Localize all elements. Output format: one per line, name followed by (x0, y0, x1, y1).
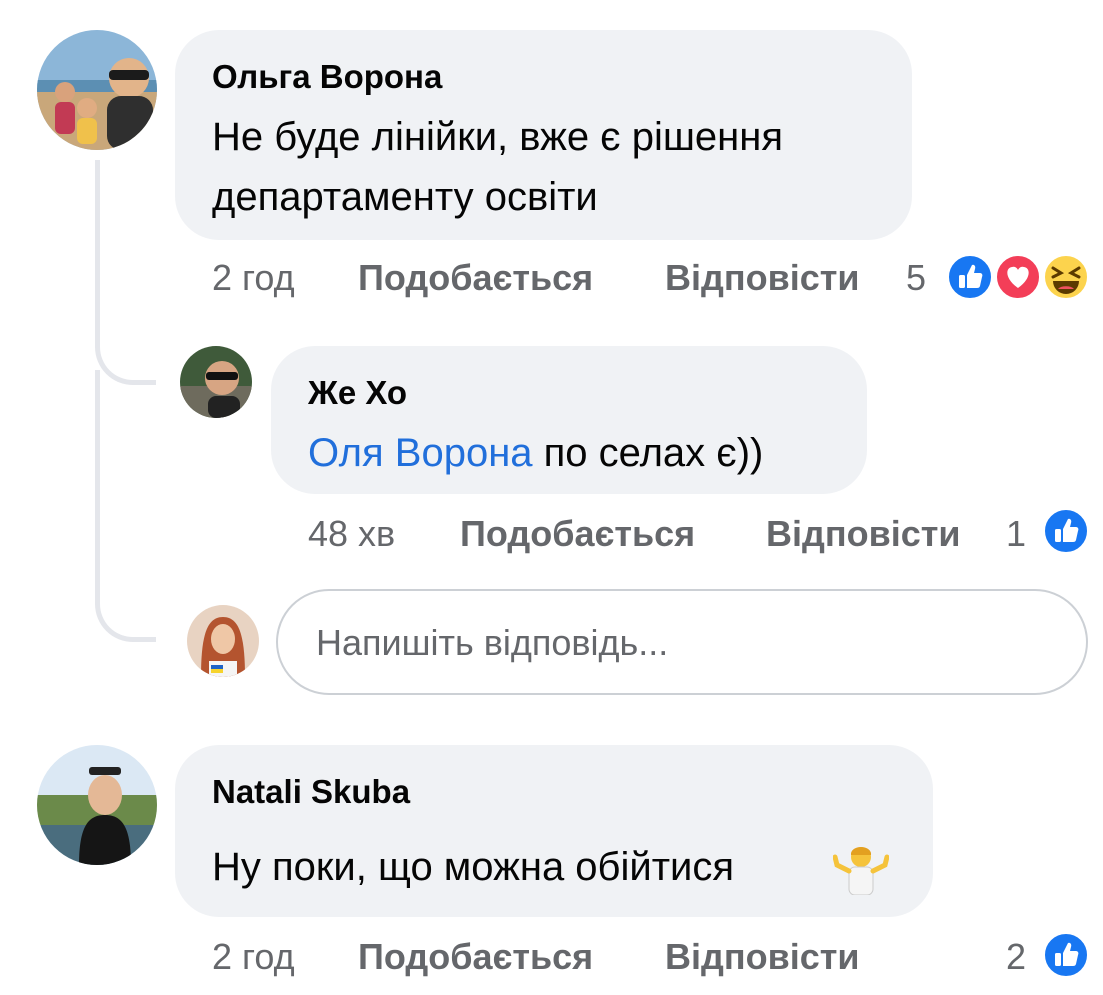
avatar-olga-vorona[interactable] (37, 30, 157, 150)
love-icon (995, 254, 1041, 300)
avatar-natali-skuba[interactable] (37, 745, 157, 865)
avatar-current-user (187, 605, 259, 677)
like-icon (947, 254, 993, 300)
comment-timestamp[interactable]: 2 год (212, 257, 295, 299)
comment-author[interactable]: Natali Skuba (212, 773, 410, 811)
haha-icon (1043, 254, 1089, 300)
reply-button[interactable]: Відповісти (665, 936, 860, 978)
reply-text-body: по селах є)) (532, 431, 764, 475)
reaction-count[interactable]: 5 (906, 257, 926, 299)
mention-link[interactable]: Оля Ворона (308, 431, 533, 475)
like-button[interactable]: Подобається (358, 257, 593, 299)
like-button[interactable]: Подобається (460, 513, 695, 555)
reply-input[interactable] (314, 591, 1005, 695)
reply-button[interactable]: Відповісти (665, 257, 860, 299)
reaction-count[interactable]: 2 (1006, 936, 1026, 978)
comment-text: Ну поки, що можна обійтися (212, 845, 735, 889)
comment-text-line: Не буде лінійки, вже є рішення (212, 115, 784, 159)
thread-line-to-reply (95, 160, 156, 385)
reply-button[interactable]: Відповісти (766, 513, 961, 555)
like-icon (1043, 508, 1089, 554)
reply-author[interactable]: Же Хо (308, 374, 407, 412)
comment-timestamp[interactable]: 2 год (212, 936, 295, 978)
like-icon (1043, 932, 1089, 978)
reply-input-box[interactable] (276, 589, 1088, 695)
thread-line-to-input (95, 370, 156, 642)
reply-timestamp[interactable]: 48 хв (308, 513, 395, 555)
person-shrugging-icon (833, 847, 889, 895)
comment-text-line: департаменту освіти (212, 175, 598, 219)
comment-author[interactable]: Ольга Ворона (212, 58, 442, 96)
like-button[interactable]: Подобається (358, 936, 593, 978)
reaction-count[interactable]: 1 (1006, 513, 1026, 555)
reply-text: Оля Ворона по селах є)) (308, 423, 763, 483)
avatar-zhe-kho[interactable] (180, 346, 252, 418)
